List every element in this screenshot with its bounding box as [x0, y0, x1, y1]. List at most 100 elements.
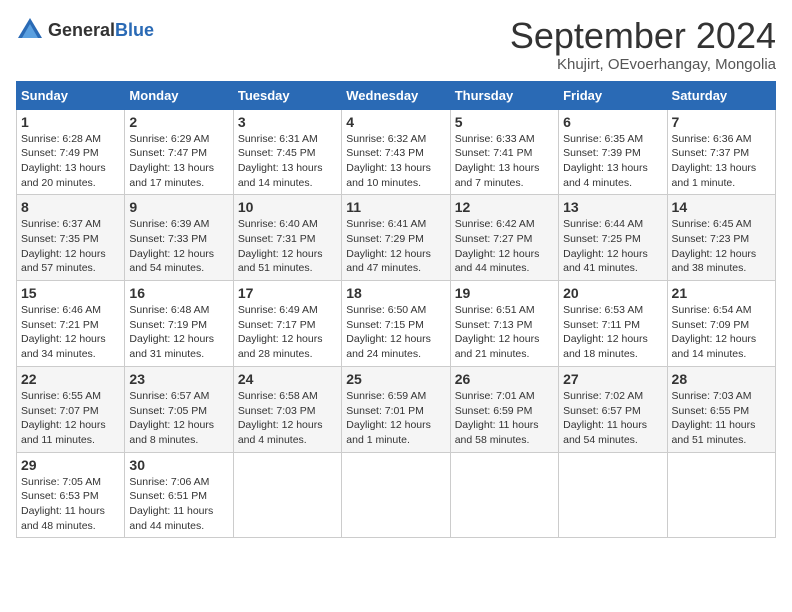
table-row: 1 Sunrise: 6:28 AM Sunset: 7:49 PM Dayli… — [17, 109, 125, 195]
sunrise-text: Sunrise: 6:55 AM — [21, 390, 101, 402]
day-number: 21 — [672, 285, 771, 301]
sunrise-text: Sunrise: 6:54 AM — [672, 304, 752, 316]
sunrise-text: Sunrise: 6:57 AM — [129, 390, 209, 402]
table-row: 7 Sunrise: 6:36 AM Sunset: 7:37 PM Dayli… — [667, 109, 775, 195]
sunset-text: Sunset: 7:19 PM — [129, 319, 207, 331]
calendar-table: Sunday Monday Tuesday Wednesday Thursday… — [16, 81, 776, 539]
day-number: 14 — [672, 199, 771, 215]
daylight-text: Daylight: 12 hours and 28 minutes. — [238, 333, 323, 360]
sunrise-text: Sunrise: 6:28 AM — [21, 133, 101, 145]
day-number: 16 — [129, 285, 228, 301]
daylight-text: Daylight: 11 hours and 54 minutes. — [563, 419, 647, 446]
daylight-text: Daylight: 13 hours and 1 minute. — [672, 162, 757, 189]
sunrise-text: Sunrise: 7:03 AM — [672, 390, 752, 402]
logo-text: GeneralBlue — [48, 20, 154, 41]
sunrise-text: Sunrise: 6:42 AM — [455, 218, 535, 230]
table-row: 17 Sunrise: 6:49 AM Sunset: 7:17 PM Dayl… — [233, 281, 341, 367]
sunset-text: Sunset: 6:51 PM — [129, 490, 207, 502]
sunset-text: Sunset: 7:31 PM — [238, 233, 316, 245]
col-saturday: Saturday — [667, 81, 775, 109]
daylight-text: Daylight: 13 hours and 4 minutes. — [563, 162, 648, 189]
table-row: 3 Sunrise: 6:31 AM Sunset: 7:45 PM Dayli… — [233, 109, 341, 195]
daylight-text: Daylight: 13 hours and 14 minutes. — [238, 162, 323, 189]
daylight-text: Daylight: 13 hours and 10 minutes. — [346, 162, 431, 189]
day-number: 3 — [238, 114, 337, 130]
sunrise-text: Sunrise: 7:05 AM — [21, 476, 101, 488]
day-number: 2 — [129, 114, 228, 130]
sunset-text: Sunset: 7:35 PM — [21, 233, 99, 245]
daylight-text: Daylight: 12 hours and 41 minutes. — [563, 248, 648, 275]
col-monday: Monday — [125, 81, 233, 109]
daylight-text: Daylight: 12 hours and 14 minutes. — [672, 333, 757, 360]
sunset-text: Sunset: 7:25 PM — [563, 233, 641, 245]
day-number: 29 — [21, 457, 120, 473]
table-row — [342, 452, 450, 538]
col-sunday: Sunday — [17, 81, 125, 109]
table-row — [667, 452, 775, 538]
daylight-text: Daylight: 13 hours and 20 minutes. — [21, 162, 106, 189]
daylight-text: Daylight: 12 hours and 31 minutes. — [129, 333, 214, 360]
daylight-text: Daylight: 12 hours and 51 minutes. — [238, 248, 323, 275]
header-row: Sunday Monday Tuesday Wednesday Thursday… — [17, 81, 776, 109]
table-row: 5 Sunrise: 6:33 AM Sunset: 7:41 PM Dayli… — [450, 109, 558, 195]
day-number: 6 — [563, 114, 662, 130]
sunset-text: Sunset: 7:49 PM — [21, 147, 99, 159]
sunset-text: Sunset: 6:59 PM — [455, 405, 533, 417]
sunset-text: Sunset: 7:33 PM — [129, 233, 207, 245]
sunset-text: Sunset: 7:05 PM — [129, 405, 207, 417]
daylight-text: Daylight: 12 hours and 11 minutes. — [21, 419, 106, 446]
table-row: 25 Sunrise: 6:59 AM Sunset: 7:01 PM Dayl… — [342, 366, 450, 452]
logo-blue: Blue — [115, 20, 154, 40]
sunset-text: Sunset: 7:45 PM — [238, 147, 316, 159]
sunset-text: Sunset: 7:39 PM — [563, 147, 641, 159]
sunrise-text: Sunrise: 6:48 AM — [129, 304, 209, 316]
sunset-text: Sunset: 7:27 PM — [455, 233, 533, 245]
header: GeneralBlue September 2024 Khujirt, OEvo… — [16, 16, 776, 73]
calendar-week-row: 15 Sunrise: 6:46 AM Sunset: 7:21 PM Dayl… — [17, 281, 776, 367]
daylight-text: Daylight: 12 hours and 18 minutes. — [563, 333, 648, 360]
sunset-text: Sunset: 7:29 PM — [346, 233, 424, 245]
daylight-text: Daylight: 12 hours and 1 minute. — [346, 419, 431, 446]
day-number: 22 — [21, 371, 120, 387]
logo-icon — [16, 16, 44, 44]
day-number: 19 — [455, 285, 554, 301]
subtitle: Khujirt, OEvoerhangay, Mongolia — [510, 56, 776, 73]
table-row: 30 Sunrise: 7:06 AM Sunset: 6:51 PM Dayl… — [125, 452, 233, 538]
daylight-text: Daylight: 13 hours and 17 minutes. — [129, 162, 214, 189]
table-row: 26 Sunrise: 7:01 AM Sunset: 6:59 PM Dayl… — [450, 366, 558, 452]
daylight-text: Daylight: 12 hours and 44 minutes. — [455, 248, 540, 275]
table-row: 22 Sunrise: 6:55 AM Sunset: 7:07 PM Dayl… — [17, 366, 125, 452]
daylight-text: Daylight: 12 hours and 57 minutes. — [21, 248, 106, 275]
calendar-week-row: 8 Sunrise: 6:37 AM Sunset: 7:35 PM Dayli… — [17, 195, 776, 281]
day-number: 11 — [346, 199, 445, 215]
table-row: 4 Sunrise: 6:32 AM Sunset: 7:43 PM Dayli… — [342, 109, 450, 195]
sunset-text: Sunset: 7:21 PM — [21, 319, 99, 331]
daylight-text: Daylight: 11 hours and 48 minutes. — [21, 505, 105, 532]
daylight-text: Daylight: 12 hours and 8 minutes. — [129, 419, 214, 446]
table-row: 6 Sunrise: 6:35 AM Sunset: 7:39 PM Dayli… — [559, 109, 667, 195]
day-number: 8 — [21, 199, 120, 215]
sunrise-text: Sunrise: 6:59 AM — [346, 390, 426, 402]
day-number: 28 — [672, 371, 771, 387]
sunrise-text: Sunrise: 6:53 AM — [563, 304, 643, 316]
day-number: 25 — [346, 371, 445, 387]
day-number: 18 — [346, 285, 445, 301]
sunset-text: Sunset: 7:41 PM — [455, 147, 533, 159]
sunrise-text: Sunrise: 7:02 AM — [563, 390, 643, 402]
table-row: 16 Sunrise: 6:48 AM Sunset: 7:19 PM Dayl… — [125, 281, 233, 367]
sunrise-text: Sunrise: 7:01 AM — [455, 390, 535, 402]
sunrise-text: Sunrise: 6:40 AM — [238, 218, 318, 230]
sunrise-text: Sunrise: 6:46 AM — [21, 304, 101, 316]
daylight-text: Daylight: 13 hours and 7 minutes. — [455, 162, 540, 189]
day-number: 12 — [455, 199, 554, 215]
daylight-text: Daylight: 11 hours and 58 minutes. — [455, 419, 539, 446]
title-area: September 2024 Khujirt, OEvoerhangay, Mo… — [510, 16, 776, 73]
sunset-text: Sunset: 6:57 PM — [563, 405, 641, 417]
daylight-text: Daylight: 12 hours and 47 minutes. — [346, 248, 431, 275]
table-row: 15 Sunrise: 6:46 AM Sunset: 7:21 PM Dayl… — [17, 281, 125, 367]
sunset-text: Sunset: 7:11 PM — [563, 319, 640, 331]
table-row: 13 Sunrise: 6:44 AM Sunset: 7:25 PM Dayl… — [559, 195, 667, 281]
sunset-text: Sunset: 7:01 PM — [346, 405, 424, 417]
sunrise-text: Sunrise: 6:39 AM — [129, 218, 209, 230]
table-row — [559, 452, 667, 538]
